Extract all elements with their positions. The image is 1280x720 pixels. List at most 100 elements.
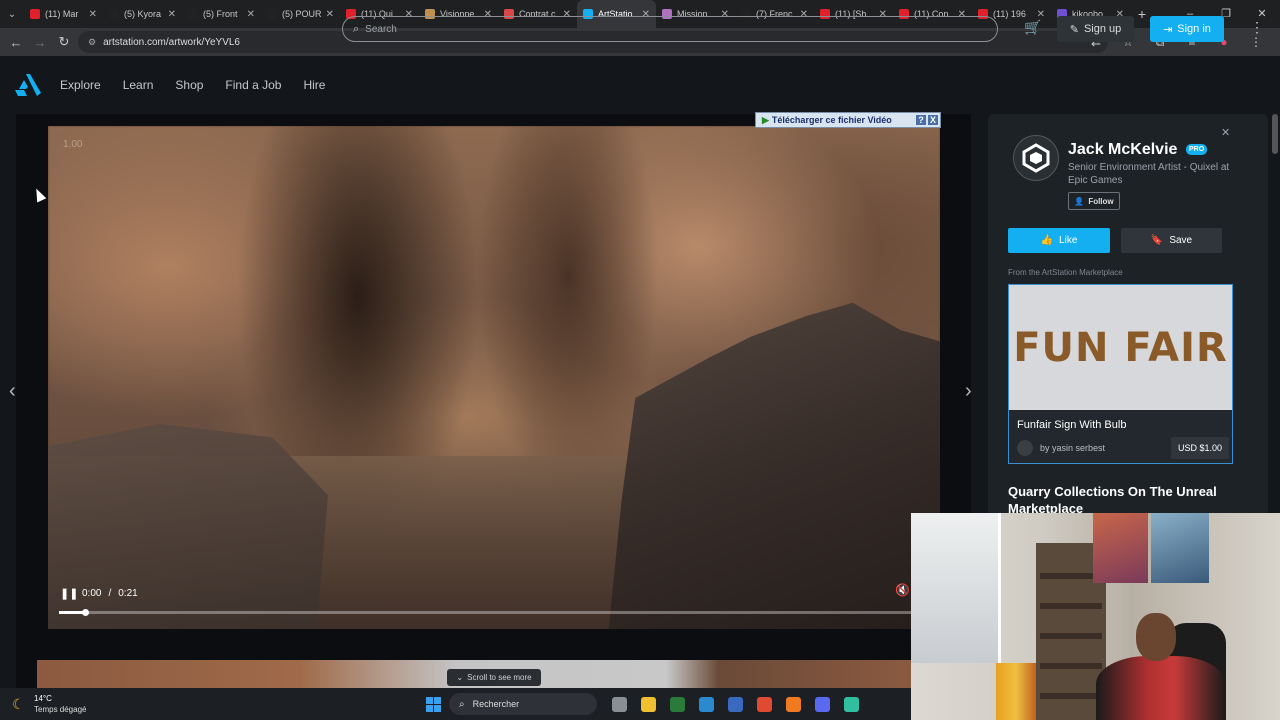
taskbar-app-icon[interactable]: [837, 693, 866, 715]
taskbar-app-icon[interactable]: [750, 693, 779, 715]
cart-icon[interactable]: 🛒: [1024, 19, 1041, 36]
progress-knob[interactable]: [82, 609, 89, 616]
marketplace-image: FUN FAIR: [1009, 285, 1232, 410]
tab-favicon-icon: [267, 9, 277, 19]
tab-close-icon[interactable]: ✕: [326, 9, 334, 20]
artist-name[interactable]: Jack McKelvie: [1068, 141, 1177, 159]
tab-close-icon[interactable]: ✕: [1037, 9, 1045, 20]
chevron-down-icon: ⌄: [456, 673, 464, 682]
tab-close-icon[interactable]: ✕: [168, 9, 176, 20]
current-time: 0:00: [82, 587, 102, 599]
download-video-banner[interactable]: ▶ Télécharger ce fichier Vidéo ? X: [755, 112, 941, 128]
nav-hire[interactable]: Hire: [303, 78, 325, 92]
url-text: artstation.com/artwork/YeYVL6: [103, 36, 240, 48]
browser-tab[interactable]: (5) Kyora ✕: [103, 0, 182, 28]
download-banner-text: Télécharger ce fichier Vidéo: [771, 115, 892, 125]
taskbar-app-icon[interactable]: [663, 693, 692, 715]
artist-role: Senior Environment Artist - Quixel at Ep…: [1068, 162, 1230, 186]
temperature[interactable]: 14°C: [34, 694, 52, 703]
sign-in-icon: ⇥: [1163, 23, 1173, 36]
webcam-poster-left: [1093, 513, 1148, 583]
close-panel-icon[interactable]: ✕: [1221, 126, 1230, 139]
tab-search-icon[interactable]: ⌄: [0, 0, 24, 28]
playback-speed[interactable]: 1.00: [63, 139, 82, 150]
weather-description[interactable]: Temps dégagé: [34, 705, 86, 714]
main-nav: Explore Learn Shop Find a Job Hire: [60, 56, 347, 114]
time-separator: /: [108, 587, 112, 599]
sign-up-button[interactable]: ✎ Sign up: [1057, 16, 1134, 42]
taskbar-app-icon[interactable]: [721, 693, 750, 715]
price-badge: USD $1.00: [1171, 437, 1229, 459]
muted-speaker-icon[interactable]: 🔇: [895, 583, 910, 597]
more-options-icon[interactable]: ⋮: [1250, 19, 1264, 36]
nav-explore[interactable]: Explore: [60, 78, 101, 92]
taskbar-search-icon: ⌕: [459, 698, 465, 710]
taskbar-app-icon[interactable]: [779, 693, 808, 715]
save-label: Save: [1169, 235, 1193, 246]
marketplace-item-title: Funfair Sign With Bulb: [1017, 419, 1127, 431]
windows-start-icon[interactable]: [426, 697, 441, 712]
fun-fair-sign-text: FUN FAIR: [1013, 324, 1228, 371]
forward-icon[interactable]: →: [28, 35, 52, 50]
webcam-person-body: [1096, 656, 1226, 720]
like-label: Like: [1059, 235, 1078, 246]
seller-avatar: [1017, 440, 1033, 456]
tab-favicon-icon: [188, 9, 198, 19]
sign-up-label: Sign up: [1083, 23, 1122, 35]
webcam-poster-right: [1151, 513, 1209, 583]
pencil-icon: ✎: [1069, 23, 1079, 36]
video-player[interactable]: [48, 126, 940, 629]
browser-tab[interactable]: (5) Front ✕: [182, 0, 261, 28]
like-button[interactable]: 👍 Like: [1008, 228, 1110, 253]
scroll-hint[interactable]: ⌄ Scroll to see more: [447, 669, 541, 686]
taskbar-app-icon[interactable]: [605, 693, 634, 715]
duration: 0:21: [118, 587, 138, 599]
search-box: ⌕: [342, 16, 998, 42]
taskbar-app-icon[interactable]: [634, 693, 663, 715]
follow-button[interactable]: 👤 Follow: [1068, 192, 1120, 210]
tab-close-icon[interactable]: ✕: [247, 9, 255, 20]
browser-tab[interactable]: (11) Mar ✕: [24, 0, 103, 28]
nav-shop[interactable]: Shop: [175, 78, 203, 92]
taskbar-app-icon[interactable]: [808, 693, 837, 715]
webcam-person-head: [1136, 613, 1176, 661]
thumbs-up-icon: 👍: [1040, 235, 1054, 246]
browser-tab[interactable]: (5) POUR ✕: [261, 0, 340, 28]
moon-weather-icon[interactable]: ☾: [12, 696, 25, 713]
marketplace-label: From the ArtStation Marketplace: [1008, 268, 1123, 277]
download-play-icon: ▶: [762, 114, 769, 125]
video-progress-bar[interactable]: [59, 609, 913, 616]
reload-icon[interactable]: ↻: [52, 34, 76, 50]
nav-learn[interactable]: Learn: [123, 78, 154, 92]
pause-icon[interactable]: ❚❚: [60, 587, 78, 600]
artstation-logo-icon[interactable]: [15, 74, 41, 96]
download-help-button[interactable]: ?: [916, 115, 926, 125]
tab-close-icon[interactable]: ✕: [89, 9, 97, 20]
pro-badge: PRO: [1186, 144, 1208, 155]
save-button[interactable]: 🔖 Save: [1121, 228, 1222, 253]
sign-in-button[interactable]: ⇥ Sign in: [1150, 16, 1224, 42]
seller-name: by yasin serbest: [1040, 443, 1106, 453]
back-icon[interactable]: ←: [4, 35, 28, 50]
webcam-window: [911, 513, 1001, 663]
tab-label: (5) Front: [203, 9, 238, 19]
marketplace-card[interactable]: FUN FAIR Funfair Sign With Bulb by yasin…: [1008, 284, 1233, 464]
download-close-button[interactable]: X: [928, 115, 938, 125]
hexagon-logo-icon: [1022, 143, 1050, 173]
webcam-bottles: [996, 663, 1036, 720]
search-input[interactable]: [365, 23, 966, 35]
previous-artwork-icon[interactable]: ‹: [9, 380, 16, 403]
taskbar-app-icon[interactable]: [692, 693, 721, 715]
scroll-hint-text: Scroll to see more: [467, 673, 532, 682]
scrollbar-thumb[interactable]: [1272, 114, 1278, 154]
artist-avatar[interactable]: [1013, 135, 1059, 181]
next-artwork-icon[interactable]: ›: [965, 380, 972, 403]
taskbar-search[interactable]: ⌕ Rechercher: [449, 693, 597, 715]
tab-favicon-icon: [109, 9, 119, 19]
sign-in-label: Sign in: [1177, 23, 1211, 35]
nav-find-a-job[interactable]: Find a Job: [225, 78, 281, 92]
site-header: Explore Learn Shop Find a Job Hire: [0, 56, 1280, 114]
add-user-icon: 👤: [1074, 196, 1085, 206]
browser-menu-icon[interactable]: ⋮: [1240, 35, 1272, 49]
site-info-icon[interactable]: ⚙: [88, 37, 96, 48]
